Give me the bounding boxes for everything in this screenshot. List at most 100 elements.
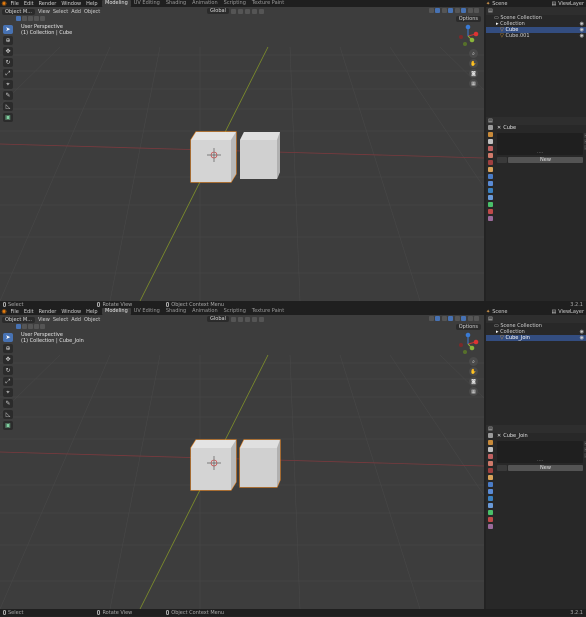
tool-tab-icon[interactable] [487, 433, 493, 438]
material-browse-icon[interactable] [497, 465, 507, 471]
view-layer-tab-icon[interactable] [487, 146, 493, 151]
proportional-edit-icon[interactable] [251, 316, 257, 322]
modifier-tab-icon[interactable] [487, 482, 493, 487]
add-menu[interactable]: Add [71, 9, 81, 15]
tab-animation[interactable]: Animation [189, 308, 221, 315]
modifier-tab-icon[interactable] [487, 174, 493, 179]
select-mode-extend-icon[interactable] [22, 16, 27, 21]
measure-tool-icon[interactable]: ◺ [3, 410, 13, 419]
constraints-tab-icon[interactable] [487, 503, 493, 508]
menu-render[interactable]: Render [39, 309, 57, 315]
joined-cube-left[interactable] [190, 439, 237, 491]
view-menu[interactable]: View [38, 9, 50, 15]
select-menu[interactable]: Select [53, 9, 68, 15]
blender-logo-icon[interactable]: ◉ [0, 0, 8, 7]
falloff-icon[interactable] [258, 316, 264, 322]
menu-help[interactable]: Help [86, 1, 97, 7]
tab-uv-editing[interactable]: UV Editing [131, 308, 163, 315]
outliner-item-cube-001[interactable]: ▽ Cube.001 ◉ [486, 33, 586, 39]
texture-tab-icon[interactable] [487, 524, 493, 529]
select-mode-intersect-icon[interactable] [40, 16, 45, 21]
menu-window[interactable]: Window [61, 309, 81, 315]
annotate-tool-icon[interactable]: ✎ [3, 399, 13, 408]
overlay-icon[interactable] [441, 316, 447, 321]
menu-render[interactable]: Render [39, 1, 57, 7]
options-dropdown[interactable]: Options [455, 16, 481, 22]
tab-texture-paint[interactable]: Texture Paint [249, 308, 287, 315]
add-menu[interactable]: Add [71, 317, 81, 323]
scene-name[interactable]: Scene [492, 1, 507, 7]
menu-edit[interactable]: Edit [24, 1, 34, 7]
output-tab-icon[interactable] [487, 447, 493, 452]
select-mode-intersect-icon[interactable] [40, 324, 45, 329]
select-mode-invert-icon[interactable] [34, 16, 39, 21]
properties-editor-icon[interactable]: ▤ [488, 426, 493, 432]
viewlayer-name[interactable]: ViewLayer [558, 1, 584, 7]
cube-right[interactable] [240, 132, 280, 179]
select-box-tool-icon[interactable]: ➤ [3, 333, 13, 342]
tab-modeling[interactable]: Modeling [102, 308, 131, 315]
constraints-tab-icon[interactable] [487, 195, 493, 200]
zoom-view-icon[interactable]: ⌕ [469, 49, 478, 58]
new-material-button[interactable]: New [508, 465, 583, 471]
view-layer-tab-icon[interactable] [487, 454, 493, 459]
move-tool-icon[interactable]: ✥ [3, 355, 13, 364]
add-cube-tool-icon[interactable]: ▣ [3, 113, 13, 122]
render-tab-icon[interactable] [487, 132, 493, 137]
shading-wireframe-icon[interactable] [454, 8, 460, 13]
outliner-filter-icon[interactable]: ▤ [488, 8, 493, 14]
select-menu[interactable]: Select [53, 317, 68, 323]
menu-edit[interactable]: Edit [24, 309, 34, 315]
menu-file[interactable]: File [11, 309, 19, 315]
pin-icon[interactable]: ✕ [497, 433, 501, 439]
new-material-button[interactable]: New [508, 157, 583, 163]
scene-icon[interactable]: ✦ [486, 309, 490, 315]
cube-left[interactable] [190, 131, 237, 183]
add-cube-tool-icon[interactable]: ▣ [3, 421, 13, 430]
scene-tab-icon[interactable] [487, 153, 493, 158]
scene-name[interactable]: Scene [492, 309, 507, 315]
object-menu[interactable]: Object [84, 9, 100, 15]
world-tab-icon[interactable] [487, 468, 493, 473]
falloff-icon[interactable] [258, 8, 264, 14]
viewlayer-name[interactable]: ViewLayer [558, 309, 584, 315]
properties-editor-icon[interactable]: ▤ [488, 118, 493, 124]
shading-material-icon[interactable] [467, 8, 473, 13]
scale-tool-icon[interactable]: ⤢ [3, 69, 13, 78]
viewlayer-icon[interactable]: ▤ [551, 309, 556, 315]
select-mode-new-icon[interactable] [16, 16, 21, 21]
eye-icon[interactable]: ◉ [580, 33, 584, 39]
rotate-tool-icon[interactable]: ↻ [3, 366, 13, 375]
select-mode-new-icon[interactable] [16, 324, 21, 329]
select-box-tool-icon[interactable]: ➤ [3, 25, 13, 34]
shading-wireframe-icon[interactable] [454, 316, 460, 321]
orientation-dropdown[interactable]: Global [207, 316, 229, 322]
select-mode-subtract-icon[interactable] [28, 16, 33, 21]
tab-scripting[interactable]: Scripting [221, 308, 249, 315]
texture-tab-icon[interactable] [487, 216, 493, 221]
move-tool-icon[interactable]: ✥ [3, 47, 13, 56]
world-tab-icon[interactable] [487, 160, 493, 165]
scene-icon[interactable]: ✦ [486, 1, 490, 7]
select-mode-extend-icon[interactable] [22, 324, 27, 329]
material-slot-list[interactable]: .... + − ⌄ [497, 441, 586, 463]
particles-tab-icon[interactable] [487, 489, 493, 494]
proportional-edit-icon[interactable] [251, 8, 257, 14]
object-tab-icon[interactable] [487, 167, 493, 172]
ortho-toggle-icon[interactable]: ▦ [469, 387, 478, 396]
data-tab-icon[interactable] [487, 202, 493, 207]
pan-view-icon[interactable]: ✋ [469, 59, 478, 68]
tab-shading[interactable]: Shading [163, 308, 189, 315]
camera-view-icon[interactable]: ◙ [469, 377, 478, 386]
orientation-dropdown[interactable]: Global [207, 8, 229, 14]
output-tab-icon[interactable] [487, 139, 493, 144]
snap-target-icon[interactable] [244, 316, 250, 322]
rotate-tool-icon[interactable]: ↻ [3, 58, 13, 67]
pivot-icon[interactable] [230, 8, 236, 14]
gizmo-toggle-icon[interactable] [435, 8, 440, 13]
cursor-tool-icon[interactable]: ⊕ [3, 344, 13, 353]
measure-tool-icon[interactable]: ◺ [3, 102, 13, 111]
blender-logo-icon[interactable]: ◉ [0, 308, 8, 315]
joined-cube-right[interactable] [239, 439, 281, 488]
transform-tool-icon[interactable]: ⌖ [3, 388, 13, 397]
